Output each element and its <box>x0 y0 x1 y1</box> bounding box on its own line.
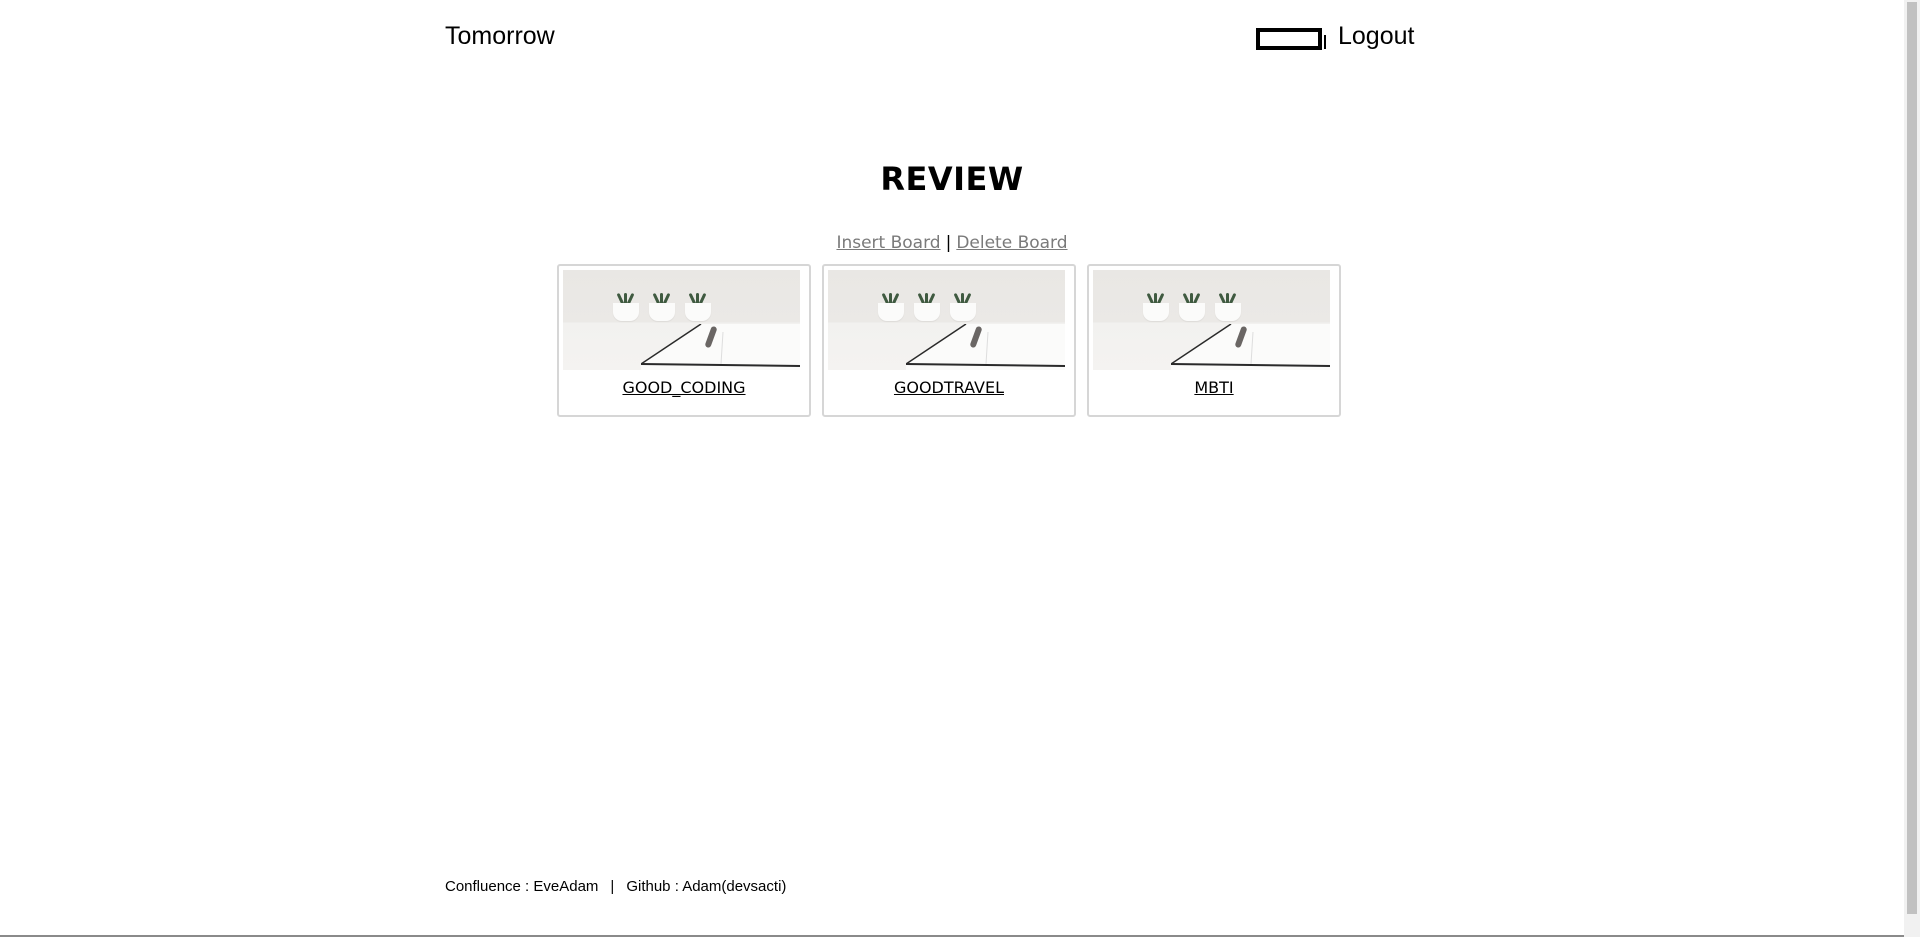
rectangle-icon <box>1256 28 1322 50</box>
footer-divider: | <box>610 878 615 895</box>
footer: Confluence : EveAdam | Github : Adam(dev… <box>445 878 786 895</box>
page-title: REVIEW <box>880 160 1024 198</box>
board-card-list: GOOD_CODING GOODTRAVEL MBTI <box>557 264 1341 417</box>
scrollbar-thumb[interactable] <box>1907 2 1917 914</box>
footer-confluence: Confluence : EveAdam <box>445 878 599 895</box>
header-actions: Logout <box>1256 22 1414 51</box>
board-card-title[interactable]: GOOD_CODING <box>559 378 809 397</box>
board-card-image[interactable] <box>828 270 1065 370</box>
actions-separator: | <box>945 233 952 253</box>
board-card-title[interactable]: GOODTRAVEL <box>824 378 1074 397</box>
insert-board-link[interactable]: Insert Board <box>836 233 940 253</box>
board-card[interactable]: GOODTRAVEL <box>822 264 1076 417</box>
footer-github: Github : Adam(devsacti) <box>626 878 787 895</box>
page: Tomorrow Logout REVIEW Insert Board | Dele… <box>0 0 1920 937</box>
board-card[interactable]: MBTI <box>1087 264 1341 417</box>
board-card-image[interactable] <box>1093 270 1330 370</box>
rectangle-icon-tick <box>1324 34 1326 49</box>
board-card[interactable]: GOOD_CODING <box>557 264 811 417</box>
logout-link[interactable]: Logout <box>1338 22 1414 51</box>
brand-link[interactable]: Tomorrow <box>445 22 555 51</box>
board-card-title[interactable]: MBTI <box>1089 378 1339 397</box>
board-actions: Insert Board | Delete Board <box>0 233 1904 253</box>
vertical-scrollbar[interactable] <box>1904 0 1920 937</box>
board-card-image[interactable] <box>563 270 800 370</box>
delete-board-link[interactable]: Delete Board <box>956 233 1067 253</box>
